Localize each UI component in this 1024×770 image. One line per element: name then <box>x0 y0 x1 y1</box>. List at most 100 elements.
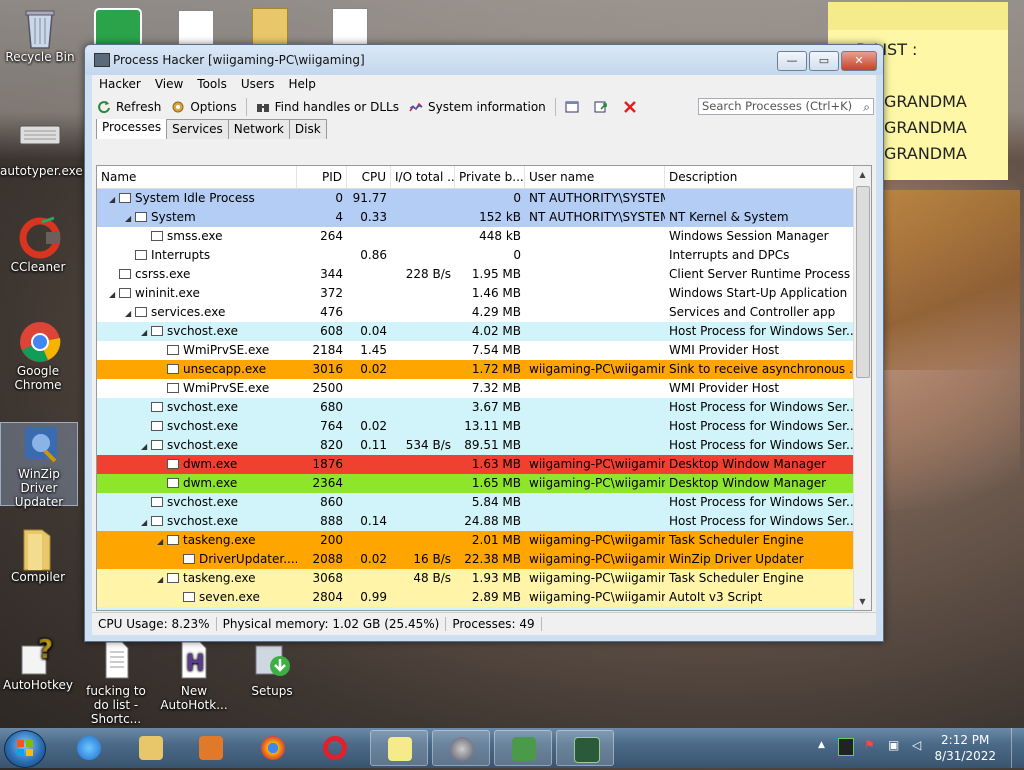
process-row[interactable]: ◢ System 4 0.33 152 kB NT AUTHORITY\SYSTEM NT … <box>97 208 871 227</box>
folder-icon-top[interactable] <box>252 8 288 46</box>
expand-toggle-icon[interactable]: ◢ <box>141 442 151 451</box>
taskbar-chrome[interactable] <box>244 730 302 766</box>
minimize-button[interactable]: — <box>777 51 807 71</box>
clock[interactable]: 2:12 PM 8/31/2022 <box>934 732 996 764</box>
desktop-icon-new-autohotkey[interactable]: H New AutoHotk... <box>156 640 232 712</box>
column-header-user-name[interactable]: User name <box>525 166 665 188</box>
system-information-button[interactable]: System information <box>404 100 551 114</box>
expand-toggle-icon[interactable]: ◢ <box>157 537 167 546</box>
desktop-icon-autohotkey[interactable]: ? AutoHotkey <box>0 634 76 692</box>
column-header-description[interactable]: Description <box>665 166 855 188</box>
find-handles-button[interactable]: Find handles or DLLs <box>251 100 404 114</box>
taskbar-opera[interactable] <box>306 730 364 766</box>
taskbar-sticky-notes[interactable] <box>370 730 428 766</box>
tray-monitor-icon[interactable] <box>838 738 854 756</box>
desktop-icon-recycle-bin[interactable]: Recycle Bin <box>2 6 78 64</box>
process-row[interactable]: ◢ System Idle Process 0 91.77 0 NT AUTHORITY\… <box>97 189 871 208</box>
menu-tools[interactable]: Tools <box>190 75 234 95</box>
expand-toggle-icon[interactable]: ◢ <box>109 195 119 204</box>
options-button[interactable]: Options <box>166 100 241 114</box>
process-list[interactable]: Name PID CPU I/O total ... Private b... … <box>96 165 872 611</box>
terminate-button[interactable] <box>618 100 647 114</box>
process-row[interactable]: unsecapp.exe 3016 0.02 1.72 MB wiigaming-PC\… <box>97 360 871 379</box>
process-row[interactable]: ◢ services.exe 476 4.29 MB Services and Cont… <box>97 303 871 322</box>
close-button[interactable]: ✕ <box>841 51 877 71</box>
search-processes-input[interactable]: Search Processes (Ctrl+K) ⌕ <box>698 98 874 115</box>
scroll-thumb[interactable] <box>856 186 870 378</box>
column-header-name[interactable]: Name <box>97 166 297 188</box>
expand-toggle-icon[interactable]: ◢ <box>125 214 135 223</box>
tray-volume-icon[interactable]: ◁ <box>912 738 928 754</box>
process-row[interactable]: svchost.exe 764 0.02 13.11 MB Host Process f… <box>97 417 871 436</box>
taskbar-internet-explorer[interactable] <box>60 730 118 766</box>
menu-hacker[interactable]: Hacker <box>92 75 148 95</box>
process-row[interactable]: svchost.exe 860 5.84 MB Host Process for Wi… <box>97 493 871 512</box>
ahk-script-icon-top[interactable] <box>332 8 368 46</box>
tab-services[interactable]: Services <box>166 119 229 139</box>
process-row[interactable]: ◢ taskeng.exe 3068 48 B/s 1.93 MB wiigaming-P… <box>97 569 871 588</box>
desktop-icon-todo-shortcut[interactable]: fucking to do list - Shortc... <box>78 640 154 726</box>
process-row[interactable]: WmiPrvSE.exe 2500 7.32 MB WMI Provider Host <box>97 379 871 398</box>
show-desktop-button[interactable] <box>1011 728 1024 768</box>
process-row[interactable]: TrustedInstaller.exe 972 6.86 MB Windows Mo… <box>97 607 871 610</box>
process-row[interactable]: Interrupts 0.86 0 Interrupts and DPCs <box>97 246 871 265</box>
process-row[interactable]: svchost.exe 680 3.67 MB Host Process for Wi… <box>97 398 871 417</box>
taskbar-explorer[interactable] <box>122 730 180 766</box>
process-row[interactable]: ◢ taskeng.exe 200 2.01 MB wiigaming-PC\wiiga… <box>97 531 871 550</box>
process-row[interactable]: dwm.exe 1876 1.63 MB wiigaming-PC\wiigaming… <box>97 455 871 474</box>
desktop-icon-setups[interactable]: Setups <box>234 640 310 698</box>
process-row[interactable]: ◢ wininit.exe 372 1.46 MB Windows Start-Up A… <box>97 284 871 303</box>
taskbar-network[interactable] <box>494 730 552 766</box>
column-header-cpu[interactable]: CPU <box>347 166 391 188</box>
tray-expand-icon[interactable]: ▲ <box>818 740 825 750</box>
find-window-button[interactable] <box>589 100 618 114</box>
desktop-icon-ccleaner[interactable]: CCleaner <box>0 216 76 274</box>
menu-users[interactable]: Users <box>234 75 282 95</box>
process-name-text: wininit.exe <box>135 286 200 300</box>
tray-network-icon[interactable]: ▣ <box>888 738 904 754</box>
desktop-icon-winzip-driver-updater[interactable]: WinZip Driver Updater <box>0 422 78 509</box>
menu-help[interactable]: Help <box>281 75 322 95</box>
desktop-icon-compiler[interactable]: Compiler <box>0 526 76 584</box>
notepad-document-icon[interactable] <box>178 10 214 48</box>
process-row[interactable]: ◢ svchost.exe 888 0.14 24.88 MB Host Process … <box>97 512 871 531</box>
window-titlebar[interactable]: Process Hacker [wiigaming-PC\wiigaming] … <box>85 45 883 75</box>
menu-view[interactable]: View <box>148 75 190 95</box>
process-name-text: svchost.exe <box>167 514 238 528</box>
taskbar-media-player[interactable] <box>182 730 240 766</box>
process-row[interactable]: ◢ svchost.exe 820 0.11 534 B/s 89.51 MB Host P… <box>97 436 871 455</box>
taskbar-bittorrent[interactable] <box>432 730 490 766</box>
taskbar-process-hacker[interactable] <box>556 730 614 766</box>
tab-disk[interactable]: Disk <box>288 119 327 139</box>
tab-processes[interactable]: Processes <box>96 117 168 139</box>
desktop-icon-chrome[interactable]: Google Chrome <box>0 320 76 392</box>
new-window-button[interactable] <box>560 100 589 114</box>
start-button[interactable] <box>4 730 46 768</box>
column-header-pid[interactable]: PID <box>297 166 347 188</box>
expand-toggle-icon[interactable]: ◢ <box>157 575 167 584</box>
expand-toggle-icon[interactable]: ◢ <box>109 290 119 299</box>
process-row[interactable]: smss.exe 264 448 kB Windows Session Manager <box>97 227 871 246</box>
process-row[interactable]: csrss.exe 344 228 B/s 1.95 MB Client Server … <box>97 265 871 284</box>
process-hacker-window[interactable]: Process Hacker [wiigaming-PC\wiigaming] … <box>84 44 884 642</box>
column-header-private-bytes[interactable]: Private b... <box>455 166 525 188</box>
scroll-down-arrow[interactable]: ▼ <box>854 593 871 610</box>
column-header-io-total[interactable]: I/O total ... <box>391 166 455 188</box>
tray-flag-icon[interactable]: ⚑ <box>864 738 880 754</box>
clock-date: 8/31/2022 <box>934 749 996 763</box>
process-row[interactable]: DriverUpdater.... 2088 0.02 16 B/s 22.38 MB w… <box>97 550 871 569</box>
process-row[interactable]: dwm.exe 2364 1.65 MB wiigaming-PC\wiigaming… <box>97 474 871 493</box>
svg-text:H: H <box>186 651 204 676</box>
process-row[interactable]: ◢ svchost.exe 608 0.04 4.02 MB Host Process f… <box>97 322 871 341</box>
scroll-up-arrow[interactable]: ▲ <box>854 166 871 183</box>
desktop-icon-autotyper[interactable]: autotyper.exe <box>0 120 83 178</box>
vertical-scrollbar[interactable]: ▲ ▼ <box>853 166 871 610</box>
process-row[interactable]: seven.exe 2804 0.99 2.89 MB wiigaming-PC\wii… <box>97 588 871 607</box>
process-row[interactable]: WmiPrvSE.exe 2184 1.45 7.54 MB WMI Provider … <box>97 341 871 360</box>
expand-toggle-icon[interactable]: ◢ <box>125 309 135 318</box>
expand-toggle-icon[interactable]: ◢ <box>141 328 151 337</box>
expand-toggle-icon[interactable]: ◢ <box>141 518 151 527</box>
maximize-button[interactable]: ▭ <box>809 51 839 71</box>
refresh-button[interactable]: Refresh <box>92 100 166 114</box>
tab-network[interactable]: Network <box>227 119 290 139</box>
